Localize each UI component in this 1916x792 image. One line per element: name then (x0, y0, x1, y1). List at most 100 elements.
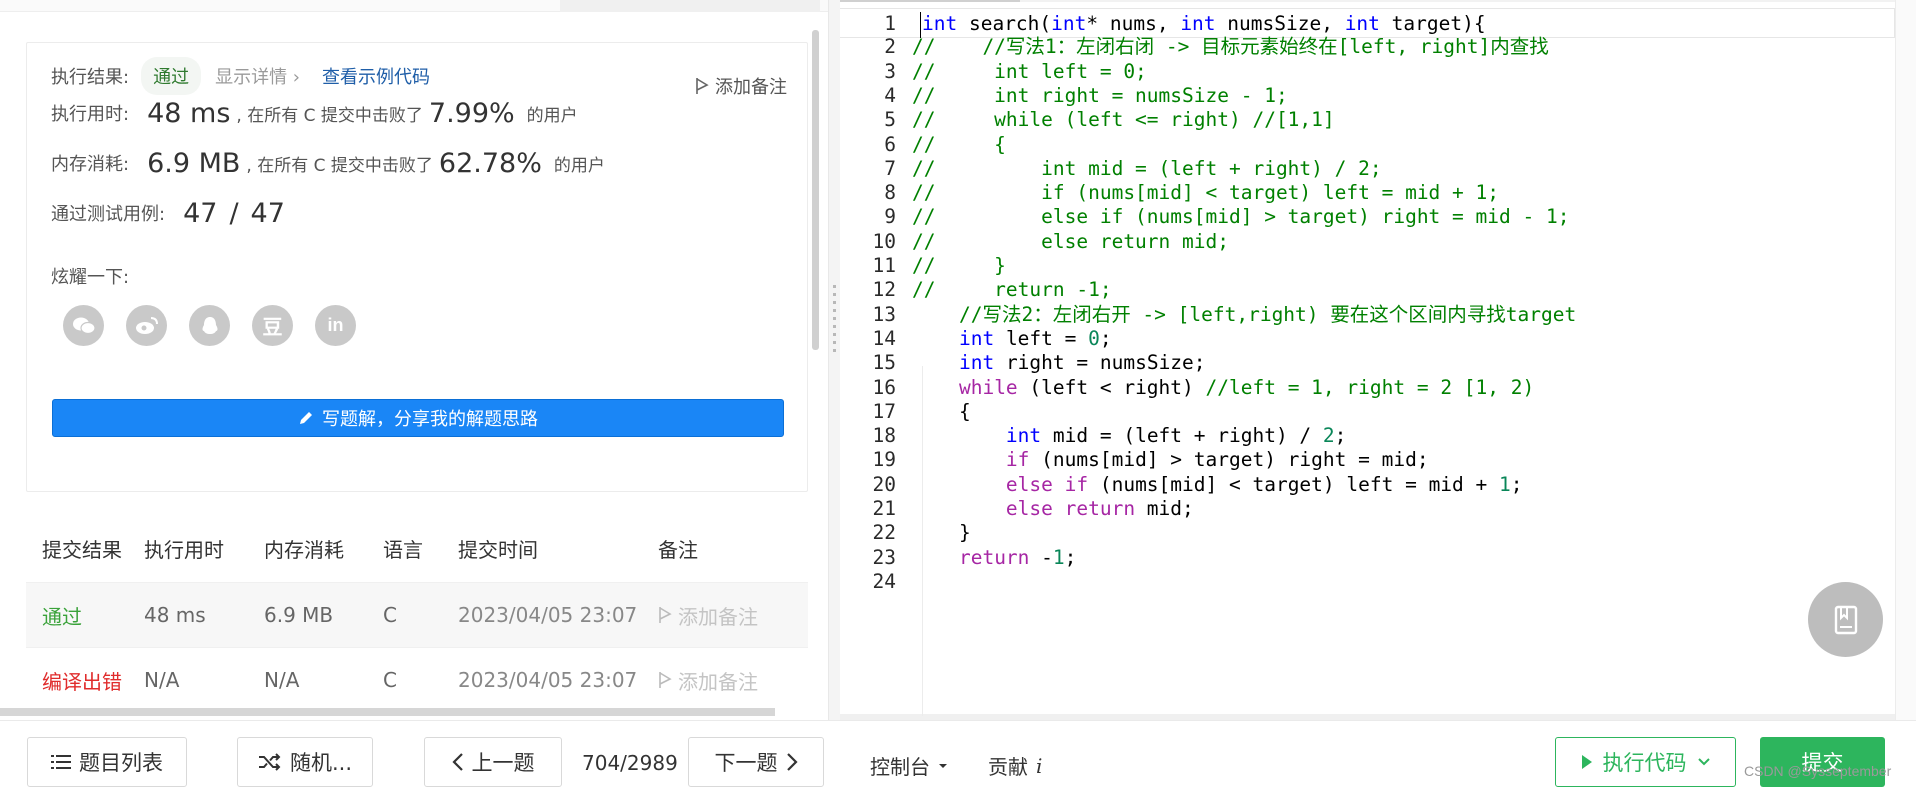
code-token: (nums[mid] > target) right = mid; (1029, 448, 1429, 472)
submit-button[interactable]: 提交 (1760, 737, 1885, 787)
code-token: - (1029, 545, 1053, 569)
console-toggle[interactable]: 控制台 (870, 751, 948, 780)
weibo-icon[interactable] (126, 305, 167, 346)
next-problem-button[interactable]: 下一题 (688, 737, 824, 787)
linkedin-icon[interactable]: in (315, 305, 356, 346)
contribute-button[interactable]: 贡献 i (988, 751, 1042, 780)
chevron-down-icon (1697, 758, 1710, 766)
runtime-row: 执行用时: 48 ms , 在所有 C 提交中击败了 7.99% 的用户 (51, 95, 578, 131)
list-icon (51, 755, 71, 769)
book-icon (1834, 605, 1857, 634)
row-runtime: 48 ms (144, 603, 206, 627)
next-label: 下一题 (714, 751, 778, 775)
row-note-label: 添加备注 (678, 669, 758, 694)
col-header-note: 备注 (658, 537, 698, 562)
code-token: //写法2：左闭右开 -> [left,right) 要在这个区间内寻找targ… (958, 302, 1577, 326)
drag-handle-icon[interactable] (833, 285, 836, 355)
show-details-link[interactable]: 显示详情 › (215, 63, 300, 89)
indent-guide (922, 366, 923, 716)
left-scrollbar[interactable] (812, 30, 819, 350)
douban-icon[interactable]: 豆 (252, 305, 293, 346)
code-token: if (1005, 448, 1030, 472)
code-token: int (958, 351, 995, 375)
left-horizontal-scrollbar[interactable] (0, 708, 775, 716)
code-token: left = (994, 326, 1089, 350)
table-row[interactable]: 编译出错 N/A N/A C 2023/04/05 23:07 添加备注 (26, 647, 808, 712)
editor-scrollbar[interactable] (1895, 0, 1916, 720)
code-token: (nums[mid] < target) left = mid + (1088, 472, 1500, 496)
run-code-label: 执行代码 (1602, 751, 1687, 775)
row-add-note[interactable]: 添加备注 (658, 666, 808, 695)
col-header-memory: 内存消耗 (264, 537, 344, 562)
pane-divider[interactable] (828, 0, 840, 720)
info-icon: i (1036, 753, 1043, 778)
row-result[interactable]: 通过 (26, 601, 144, 630)
write-solution-label: 写题解，分享我的解题思路 (322, 409, 538, 430)
editor-topline (840, 0, 1916, 2)
pencil-icon (300, 412, 312, 424)
result-row: 执行结果: 通过 显示详情 › 查看示例代码 (51, 57, 430, 95)
code-token: ; (1064, 545, 1077, 569)
row-result[interactable]: 编译出错 (26, 666, 144, 695)
problem-counter: 704/2989 (582, 751, 678, 775)
chevron-right-icon (786, 753, 798, 771)
add-note-button[interactable]: 添加备注 (695, 73, 787, 99)
runtime-label: 执行用时: (51, 104, 130, 125)
code-token: ; (1510, 472, 1523, 496)
code-token: else return (1005, 497, 1136, 520)
run-code-button[interactable]: 执行代码 (1555, 737, 1736, 787)
contribute-label: 贡献 (988, 755, 1028, 779)
wechat-icon[interactable] (63, 305, 104, 346)
bottom-toolbar: 题目列表 随机... 上一题 704/2989 下一题 控制台 贡献 i 执行代… (0, 720, 1916, 792)
row-memory: N/A (264, 668, 300, 692)
code-token: // else if (nums[mid] > target) right = … (912, 205, 1570, 229)
code-token: // return -1; (912, 278, 1112, 302)
tests-total: 47 (250, 197, 285, 229)
flag-icon (659, 672, 672, 688)
code-token: right = numsSize; (994, 351, 1206, 375)
code-token: mid = (left + right) / (1041, 424, 1323, 448)
code-token: 2 (1322, 424, 1335, 448)
share-row: 炫耀一下: (51, 263, 129, 289)
qq-icon[interactable] (189, 305, 230, 346)
flag-icon (696, 78, 709, 94)
notebook-button[interactable] (1808, 582, 1883, 657)
share-icons: 豆 in (63, 305, 356, 346)
memory-pct: 62.78% (438, 147, 542, 179)
memory-label: 内存消耗: (51, 154, 130, 175)
code-token: mid; (1135, 497, 1194, 520)
caret-down-icon (939, 763, 947, 768)
row-runtime: N/A (144, 668, 180, 692)
tests-label: 通过测试用例: (51, 204, 166, 225)
code-token: // int mid = (left + right) / 2; (912, 156, 1382, 180)
random-button[interactable]: 随机... (237, 737, 373, 787)
code-token: // int left = 0; (912, 59, 1147, 83)
code-token: int (958, 326, 995, 350)
problem-list-label: 题目列表 (79, 751, 163, 775)
tab-strip (560, 0, 820, 12)
code-token: ; (1334, 424, 1347, 448)
col-header-runtime: 执行用时 (144, 537, 224, 562)
col-header-time: 提交时间 (458, 537, 538, 562)
code-editor[interactable]: 1 int search(int* nums, int numsSize, int… (840, 0, 1916, 720)
code-token: // else return mid; (912, 229, 1229, 253)
row-add-note[interactable]: 添加备注 (658, 601, 808, 630)
share-label: 炫耀一下: (51, 267, 130, 288)
runtime-tail: 的用户 (526, 105, 578, 126)
row-language: C (383, 668, 397, 692)
tests-passed: 47 (183, 197, 218, 229)
problem-list-button[interactable]: 题目列表 (27, 737, 187, 787)
status-badge: 通过 (141, 57, 202, 95)
code-token: else if (1005, 472, 1089, 496)
sample-code-link[interactable]: 查看示例代码 (322, 63, 430, 89)
write-solution-button[interactable]: 写题解，分享我的解题思路 (52, 399, 784, 437)
code-line[interactable]: 24 (840, 567, 1895, 597)
code-token: // } (912, 254, 1006, 277)
prev-problem-button[interactable]: 上一题 (424, 737, 562, 787)
table-row[interactable]: 通过 48 ms 6.9 MB C 2023/04/05 23:07 添加备注 (26, 582, 808, 647)
flag-icon (659, 607, 672, 623)
